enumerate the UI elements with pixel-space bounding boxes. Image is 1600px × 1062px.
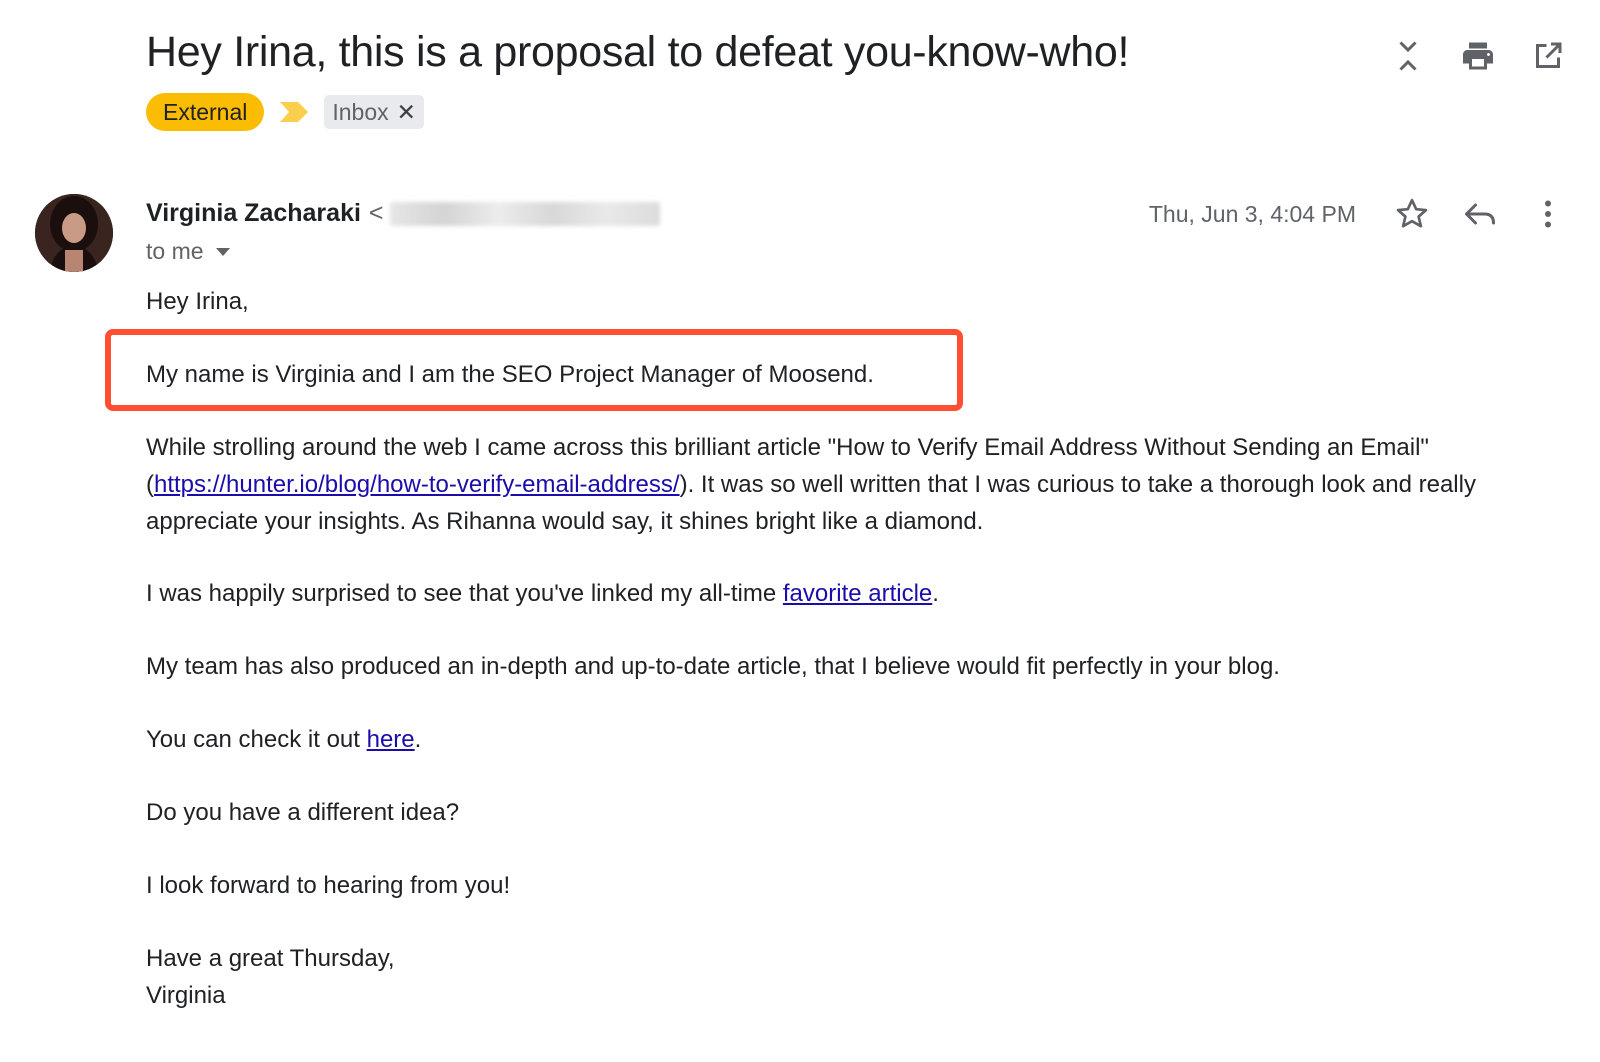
body-paragraph-1-line-3: appreciate your insights. As Rihanna wou… [146,508,984,535]
body-paragraph-2-text: I was happily surprised to see that you'… [146,580,783,607]
body-paragraph-1: While strolling around the web I came ac… [146,429,1476,540]
body-paragraph-4: You can check it out here. [146,721,421,758]
body-paragraph-1-line-2: ). It was so well written that I was cur… [679,471,1476,498]
more-vert-icon[interactable] [1530,196,1566,232]
sender-email-redacted [389,201,660,226]
inbox-label[interactable]: Inbox ✕ [324,95,424,129]
body-paren-open: ( [146,471,154,498]
body-paragraph-4-end: . [414,726,422,753]
hunter-article-link[interactable]: https://hunter.io/blog/how-to-verify-ema… [154,471,680,498]
inbox-label-text: Inbox [332,99,389,125]
external-label[interactable]: External [146,93,265,131]
open-in-new-window-icon[interactable] [1530,38,1566,74]
recipient-text: to me [146,238,204,264]
print-icon[interactable] [1460,38,1496,74]
reply-icon[interactable] [1462,196,1498,232]
body-paragraph-1-line-1: While strolling around the web I came ac… [146,434,1429,461]
body-paragraph-2-end: . [932,580,939,607]
message-meta: Thu, Jun 3, 4:04 PM [1149,196,1566,232]
body-paragraph-6: I look forward to hearing from you! [146,872,511,899]
body-signature: Virginia [146,982,226,1009]
body-paragraph-3: My team has also produced an in-depth an… [146,653,1280,680]
here-link[interactable]: here [367,726,415,753]
recipient-details-toggle[interactable]: to me [146,238,230,265]
body-paragraph-2: I was happily surprised to see that you'… [146,575,939,612]
body-greeting: Hey Irina, [146,288,249,315]
body-paragraph-4-text: You can check it out [146,726,367,753]
label-row: External Inbox ✕ [146,93,424,131]
body-paragraph-5: Do you have a different idea? [146,799,460,826]
collapse-icon[interactable] [1390,38,1426,74]
sender-email-bracket: < [368,199,384,227]
star-icon[interactable] [1394,196,1430,232]
email-subject: Hey Irina, this is a proposal to defeat … [146,28,1130,76]
body-intro: My name is Virginia and I am the SEO Pro… [146,361,874,388]
importance-marker-icon[interactable] [278,99,310,125]
remove-label-icon[interactable]: ✕ [397,99,416,125]
sender-avatar[interactable] [35,194,113,272]
sender-line: Virginia Zacharaki < [146,199,660,228]
body-signoff: Have a great Thursday, [146,945,395,972]
sender-name[interactable]: Virginia Zacharaki [146,199,361,228]
message-date: Thu, Jun 3, 4:04 PM [1148,200,1356,227]
chevron-down-icon [215,247,230,256]
thread-actions [1390,38,1566,74]
favorite-article-link[interactable]: favorite article [783,580,932,607]
